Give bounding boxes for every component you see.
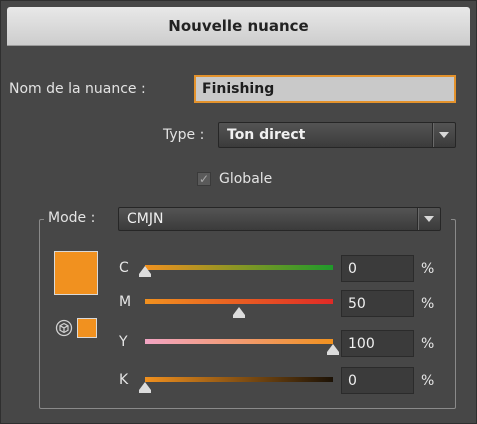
magenta-slider-track[interactable] — [145, 299, 333, 304]
magenta-percent-label: % — [421, 296, 435, 312]
type-label: Type : — [163, 127, 205, 143]
chevron-down-icon — [439, 132, 449, 138]
globale-checkbox[interactable]: ✓ — [197, 172, 211, 186]
black-value-input[interactable] — [341, 367, 414, 394]
type-dropdown-value: Ton direct — [227, 127, 306, 143]
mode-dropdown-value: CMJN — [127, 211, 164, 227]
dialog-title: Nouvelle nuance — [168, 17, 309, 35]
swatch-name-input[interactable] — [194, 75, 456, 103]
mode-dropdown[interactable]: CMJN — [118, 207, 441, 231]
black-percent-label: % — [421, 373, 435, 389]
cyan-slider-track[interactable] — [145, 265, 333, 270]
mode-dropdown-button[interactable] — [417, 208, 440, 230]
black-slider-thumb[interactable] — [139, 382, 151, 393]
yellow-slider-track[interactable] — [145, 339, 333, 344]
cyan-value-input[interactable] — [341, 255, 414, 282]
yellow-percent-label: % — [421, 336, 435, 352]
magenta-value-input[interactable] — [341, 290, 414, 317]
yellow-value-input[interactable] — [341, 330, 414, 357]
cube-icon[interactable] — [55, 319, 73, 337]
yellow-slider-thumb[interactable] — [327, 344, 339, 355]
dialog-title-bar: Nouvelle nuance — [7, 7, 470, 46]
channel-letter-k: K — [119, 372, 129, 388]
chevron-down-icon — [424, 216, 434, 222]
magenta-slider-thumb[interactable] — [233, 307, 245, 318]
mode-frame-gap — [441, 207, 451, 231]
color-preview-swatch — [54, 251, 98, 295]
cyan-slider-thumb[interactable] — [139, 266, 151, 277]
new-swatch-dialog: Nouvelle nuance Nom de la nuance : Type … — [0, 0, 477, 424]
type-dropdown-button[interactable] — [432, 123, 455, 147]
globale-label: Globale — [219, 171, 273, 187]
channel-letter-m: M — [119, 294, 132, 310]
swatch-name-label: Nom de la nuance : — [9, 81, 146, 97]
black-slider-track[interactable] — [145, 377, 333, 382]
channel-letter-c: C — [119, 260, 129, 276]
type-dropdown[interactable]: Ton direct — [218, 122, 456, 148]
cyan-percent-label: % — [421, 261, 435, 277]
check-icon: ✓ — [198, 172, 210, 186]
mode-label: Mode : — [48, 210, 96, 226]
channel-letter-y: Y — [119, 334, 128, 350]
in-gamut-swatch[interactable] — [77, 318, 97, 338]
